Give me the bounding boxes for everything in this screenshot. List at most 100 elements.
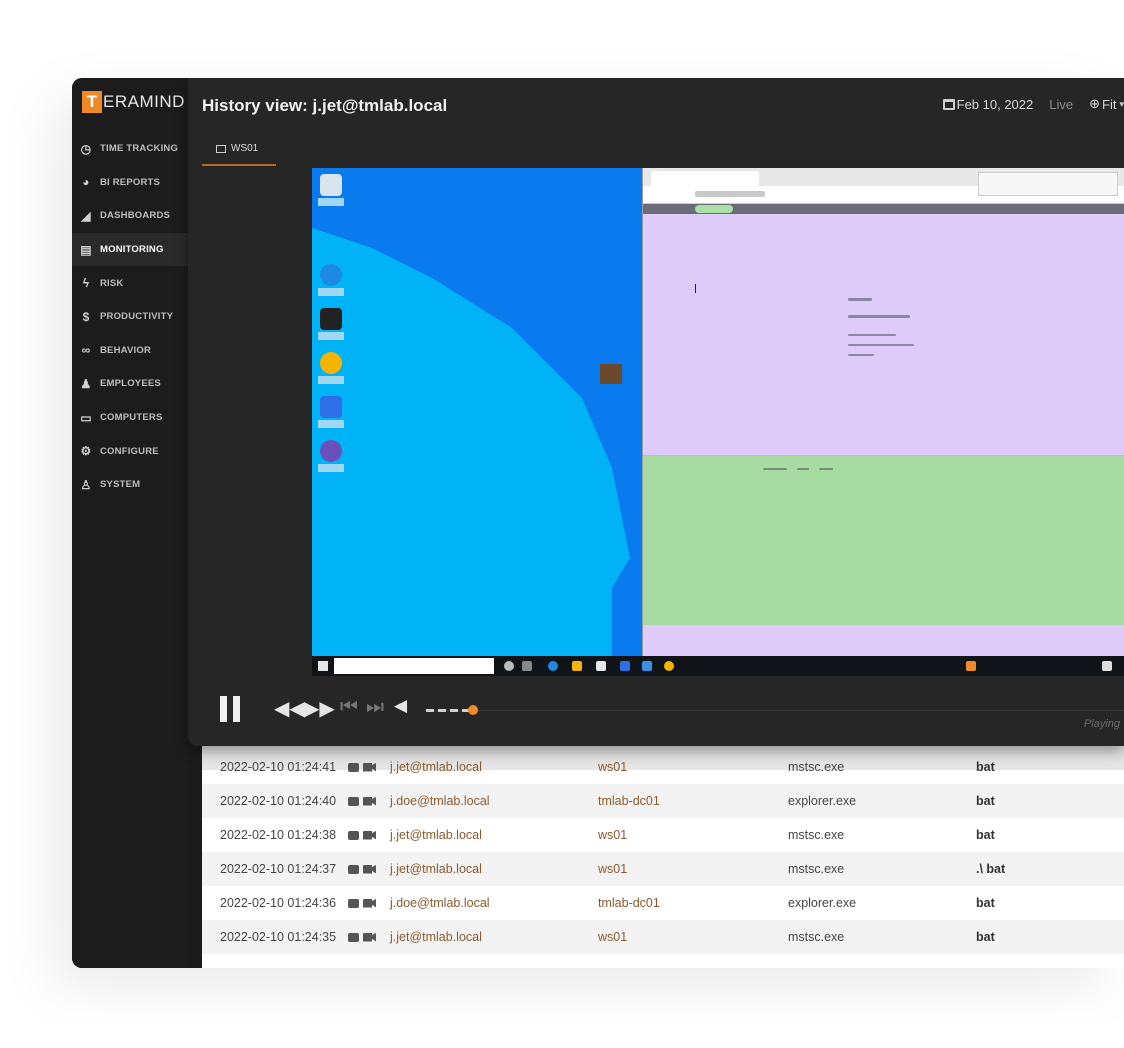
store-taskbar-icon[interactable] [596, 661, 606, 671]
sidebar-item-employees[interactable]: ♟ EMPLOYEES [72, 367, 188, 401]
screen-recording-frame[interactable] [312, 168, 1124, 676]
viewer-header-controls: Feb 10, 2022 Live ⊕ Fit ▾ [942, 96, 1124, 112]
cell-time: 2022-02-10 01:24:40 [220, 794, 337, 808]
video-icon[interactable] [363, 762, 376, 772]
skip-forward-button[interactable]: ⏭ [366, 696, 384, 719]
volume-icon[interactable]: ◀︎ [394, 696, 407, 716]
table-row[interactable]: 2022-02-10 01:24:36 j.doe@tmlab.local tm… [202, 886, 1124, 920]
cell-user[interactable]: j.doe@tmlab.local [390, 896, 490, 910]
cell-activity: bat [976, 930, 995, 944]
glasses-icon: ∞ [81, 343, 91, 358]
explorer-taskbar-icon[interactable] [572, 661, 582, 671]
cell-user[interactable]: j.jet@tmlab.local [390, 828, 482, 842]
timeline-handle[interactable] [468, 705, 478, 715]
video-icon[interactable] [363, 796, 376, 806]
cell-computer[interactable]: ws01 [598, 828, 627, 842]
cell-computer[interactable]: ws01 [598, 862, 627, 876]
notification-popup[interactable] [978, 172, 1118, 196]
browser-window[interactable] [642, 168, 1124, 656]
media-icons [348, 830, 376, 840]
github-icon[interactable] [320, 440, 342, 462]
widgets-icon[interactable] [522, 661, 532, 671]
camera-icon[interactable] [348, 932, 359, 942]
cell-user[interactable]: j.jet@tmlab.local [390, 760, 482, 774]
windows-start-icon[interactable] [318, 661, 328, 671]
cell-time: 2022-02-10 01:24:36 [220, 896, 337, 910]
notification-center-icon[interactable] [1102, 661, 1112, 671]
player-controls: ◀◀ ▶▶ ⏮ ⏭ ◀︎ Playing [188, 676, 1124, 746]
table-row[interactable]: 2022-02-10 01:24:37 j.jet@tmlab.local ws… [202, 852, 1124, 886]
browser-toolbar-strip [643, 204, 1124, 214]
camera-icon[interactable] [348, 796, 359, 806]
cell-time: 2022-02-10 01:24:38 [220, 828, 337, 842]
mail-taskbar-icon[interactable] [620, 661, 630, 671]
browser-tab[interactable] [651, 171, 759, 186]
skip-back-button[interactable]: ⏮ [340, 696, 358, 719]
sidebar-item-behavior[interactable]: ∞ BEHAVIOR [72, 334, 188, 368]
rewind-button[interactable]: ◀◀ [274, 696, 305, 721]
edge-taskbar-icon[interactable] [548, 661, 558, 671]
zoom-dropdown[interactable]: ⊕ Fit ▾ [1089, 96, 1124, 112]
teramind-logo[interactable]: T ERAMIND [72, 78, 188, 126]
user-icon: ♟ [80, 376, 92, 391]
app-taskbar-icon[interactable] [642, 661, 652, 671]
sidebar-item-monitoring[interactable]: ▤ MONITORING [72, 232, 188, 267]
weather-widget-icon[interactable] [966, 661, 976, 671]
cell-user[interactable]: j.jet@tmlab.local [390, 862, 482, 876]
edge-icon[interactable] [320, 264, 342, 286]
chrome-icon[interactable] [320, 352, 342, 374]
sidebar-item-label: CONFIGURE [100, 445, 159, 457]
sidebar-item-label: SYSTEM [100, 479, 141, 491]
table-row[interactable]: 2022-02-10 01:24:35 j.jet@tmlab.local ws… [202, 920, 1124, 954]
video-icon[interactable] [363, 898, 376, 908]
cell-user[interactable]: j.jet@tmlab.local [390, 930, 482, 944]
playback-timeline[interactable] [426, 710, 1124, 711]
dropbox-icon[interactable] [320, 396, 342, 418]
recycle-bin-icon[interactable] [320, 174, 342, 196]
video-icon[interactable] [363, 932, 376, 942]
page-text [848, 315, 910, 318]
camera-icon[interactable] [348, 864, 359, 874]
chrome-taskbar-icon[interactable] [664, 661, 674, 671]
live-button[interactable]: Live [1049, 97, 1073, 112]
calendar-icon [942, 98, 955, 110]
sidebar-item-productivity[interactable]: $ PRODUCTIVITY [72, 300, 188, 334]
date-picker[interactable]: Feb 10, 2022 [942, 97, 1033, 112]
taskbar-search-box[interactable] [334, 658, 494, 674]
table-row[interactable]: 2022-02-10 01:24:38 j.jet@tmlab.local ws… [202, 818, 1124, 852]
fast-forward-button[interactable]: ▶▶ [304, 696, 335, 721]
tab-ws01[interactable]: WS01 [202, 133, 276, 166]
page-text [797, 468, 809, 470]
page-text [763, 468, 787, 470]
video-icon[interactable] [363, 864, 376, 874]
sidebar-item-bi-reports[interactable]: ◕ BI REPORTS [72, 166, 188, 200]
cell-user[interactable]: j.doe@tmlab.local [390, 794, 490, 808]
sidebar-item-risk[interactable]: ϟ RISK [72, 266, 188, 300]
user-admin-icon: ♙ [80, 477, 92, 492]
app-r-icon[interactable] [320, 308, 342, 330]
area-chart-icon: ◢ [81, 208, 91, 223]
table-row[interactable]: 2022-02-10 01:24:40 j.doe@tmlab.local tm… [202, 784, 1124, 818]
sidebar-item-label: MONITORING [100, 244, 164, 256]
camera-icon[interactable] [348, 898, 359, 908]
sidebar-item-dashboards[interactable]: ◢ DASHBOARDS [72, 199, 188, 233]
teramind-app: T ERAMIND ◷ TIME TRACKING ◕ BI REPORTS ◢… [72, 78, 1124, 968]
pause-button[interactable] [220, 696, 242, 722]
sidebar-item-system[interactable]: ♙ SYSTEM [72, 468, 188, 502]
cell-computer[interactable]: tmlab-dc01 [598, 896, 660, 910]
cell-computer[interactable]: tmlab-dc01 [598, 794, 660, 808]
logo-mark: T [82, 91, 102, 113]
cell-computer[interactable]: ws01 [598, 930, 627, 944]
sidebar-item-time-tracking[interactable]: ◷ TIME TRACKING [72, 132, 188, 166]
cell-process: explorer.exe [788, 896, 857, 910]
camera-icon[interactable] [348, 830, 359, 840]
video-icon[interactable] [363, 830, 376, 840]
camera-icon[interactable] [348, 762, 359, 772]
cell-computer[interactable]: ws01 [598, 760, 627, 774]
sidebar-item-configure[interactable]: ⚙ CONFIGURE [72, 434, 188, 468]
sidebar-item-computers[interactable]: ▭ COMPUTERS [72, 401, 188, 435]
table-row[interactable]: 2022-02-10 01:24:41 j.jet@tmlab.local ws… [202, 750, 1124, 784]
task-view-icon[interactable] [504, 661, 514, 671]
desktop-app-icon[interactable] [600, 364, 622, 384]
page-text [848, 354, 874, 356]
